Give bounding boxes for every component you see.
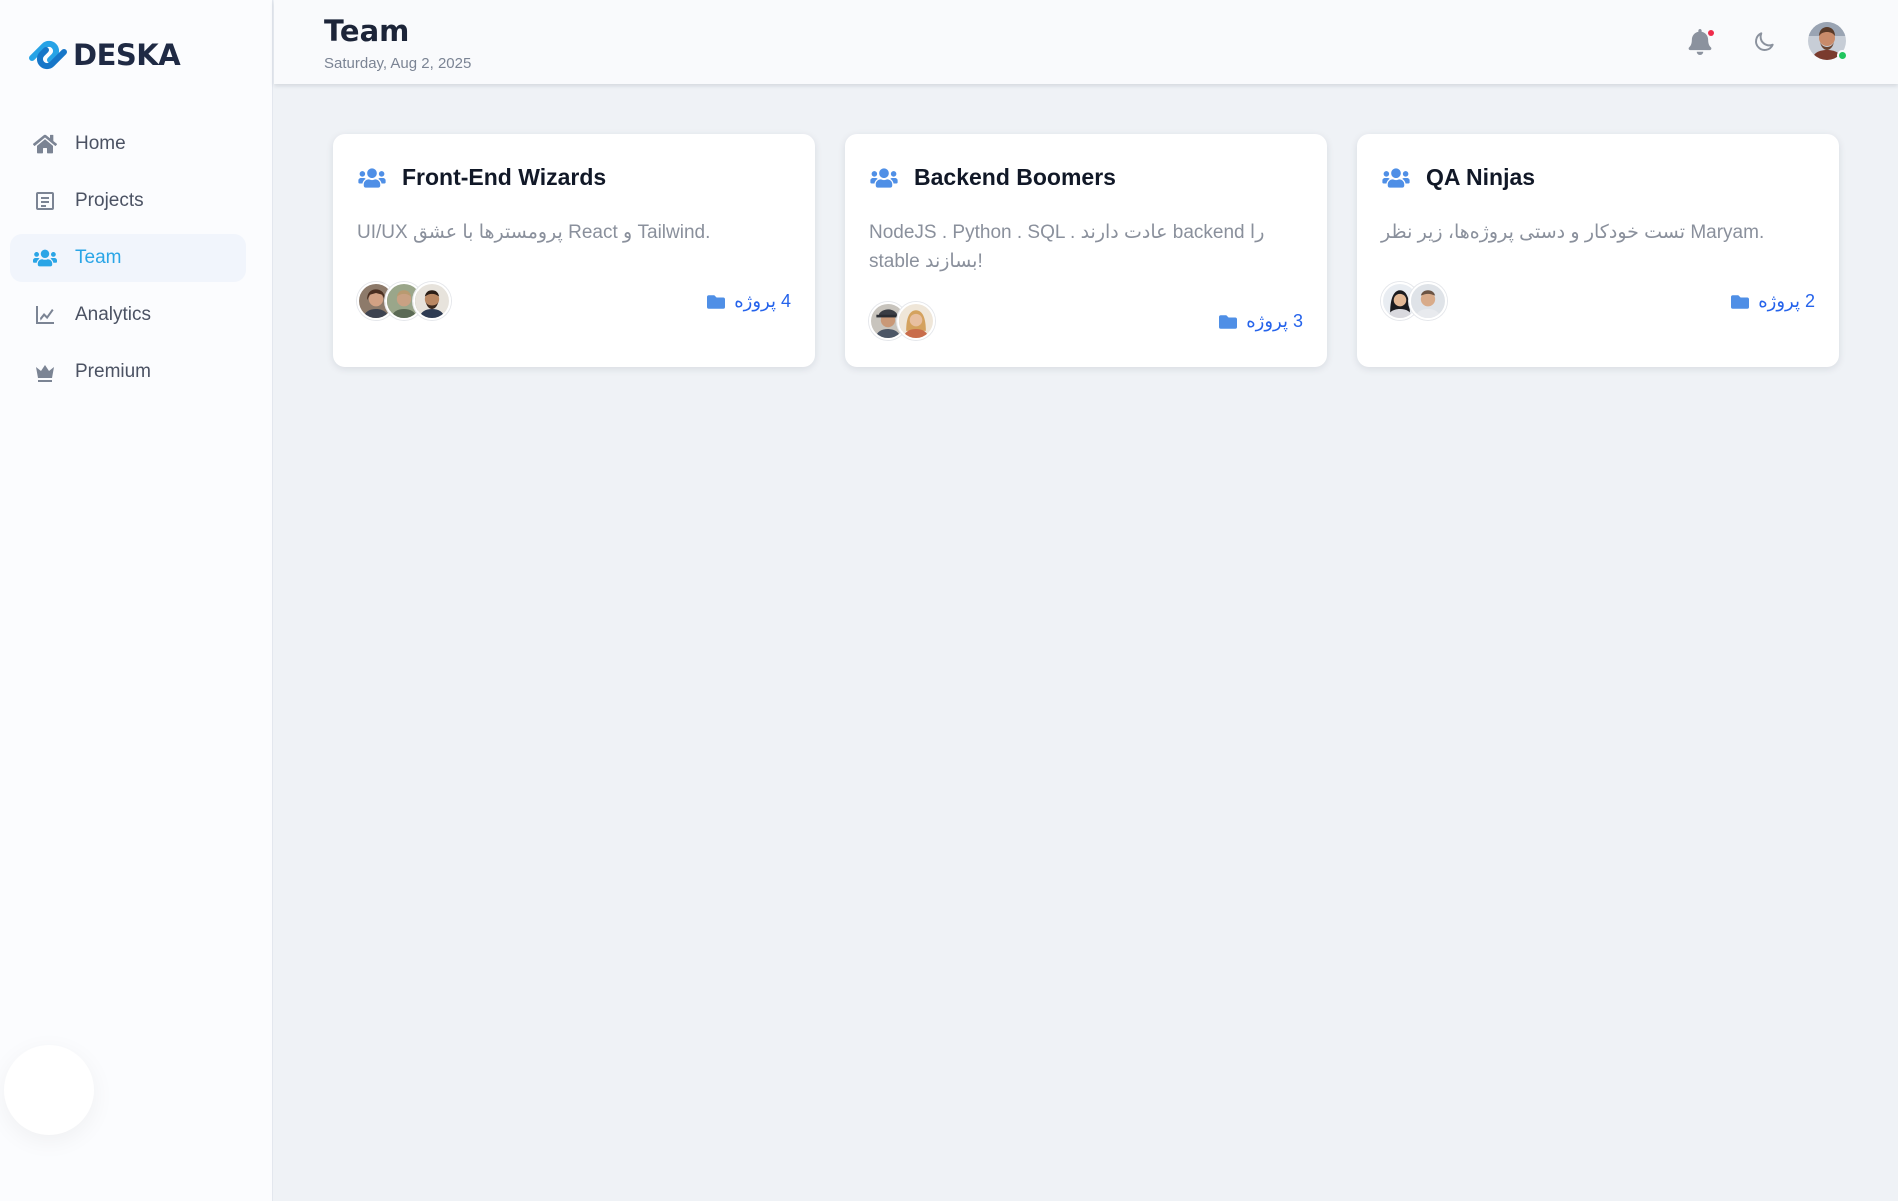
folder-icon bbox=[705, 293, 727, 311]
sidebar-nav: Home Projects Team Analytics Premium bbox=[10, 120, 246, 405]
team-card-header: Front-End Wizards bbox=[357, 164, 606, 191]
team-member-avatars bbox=[357, 282, 451, 320]
notification-dot bbox=[1708, 30, 1714, 36]
folder-icon bbox=[1217, 313, 1239, 331]
sidebar-item-projects[interactable]: Projects bbox=[10, 177, 246, 225]
projects-count-label: 3 پروژه bbox=[1246, 311, 1303, 331]
projects-count[interactable]: 2 پروژه bbox=[1729, 291, 1815, 312]
team-name: Front-End Wizards bbox=[402, 164, 607, 190]
users-icon bbox=[1381, 167, 1411, 189]
top-header: Team Saturday, Aug 2, 2025 bbox=[274, 0, 1898, 84]
team-description: UI/UX پرومسترها با عشق React و Tailwind. bbox=[357, 222, 711, 243]
brand-logo[interactable]: DESKA bbox=[24, 34, 181, 76]
users-icon bbox=[32, 245, 58, 271]
online-status-dot bbox=[1837, 50, 1848, 61]
users-icon bbox=[357, 167, 387, 189]
sidebar-item-label: Home bbox=[75, 133, 126, 154]
team-name: Backend Boomers bbox=[914, 164, 1116, 190]
team-member-avatars bbox=[1381, 282, 1447, 320]
page-date: Saturday, Aug 2, 2025 bbox=[324, 55, 472, 72]
team-card[interactable]: Backend Boomers NodeJS . Python . SQL . … bbox=[845, 134, 1327, 367]
brand-name: DESKA bbox=[73, 38, 181, 72]
user-avatar[interactable] bbox=[1808, 22, 1848, 61]
sidebar-item-label: Premium bbox=[75, 361, 152, 382]
projects-icon bbox=[32, 188, 58, 214]
team-description: NodeJS . Python . SQL . عادت دارند backe… bbox=[869, 222, 1265, 272]
app-root: DESKA Home Projects Team Analytics Premi… bbox=[0, 0, 1898, 1201]
sidebar-item-home[interactable]: Home bbox=[10, 120, 246, 168]
home-icon bbox=[32, 131, 58, 157]
moon-icon[interactable] bbox=[1748, 26, 1780, 58]
deska-logo-icon bbox=[29, 40, 67, 70]
team-card[interactable]: QA Ninjas تست خودکار و دستی پروژه‌ها، زی… bbox=[1357, 134, 1839, 367]
sidebar-item-label: Team bbox=[75, 247, 122, 268]
member-avatar[interactable] bbox=[897, 302, 935, 340]
folder-icon bbox=[1729, 293, 1751, 311]
team-card-header: Backend Boomers bbox=[869, 164, 1116, 191]
page-title: Team bbox=[324, 14, 410, 48]
sidebar-item-analytics[interactable]: Analytics bbox=[10, 291, 246, 339]
crown-icon bbox=[32, 359, 58, 385]
team-description: تست خودکار و دستی پروژه‌ها، زیر نظر Mary… bbox=[1381, 222, 1765, 243]
projects-count[interactable]: 4 پروژه bbox=[705, 291, 791, 312]
projects-count-label: 2 پروژه bbox=[1758, 291, 1815, 311]
sidebar: DESKA Home Projects Team Analytics Premi… bbox=[0, 0, 273, 1201]
team-card[interactable]: Front-End Wizards UI/UX پرومسترها با عشق… bbox=[333, 134, 815, 367]
team-card-header: QA Ninjas bbox=[1381, 164, 1535, 191]
team-member-avatars bbox=[869, 302, 935, 340]
projects-count[interactable]: 3 پروژه bbox=[1217, 311, 1303, 332]
sidebar-item-premium[interactable]: Premium bbox=[10, 348, 246, 396]
member-avatar[interactable] bbox=[413, 282, 451, 320]
team-name: QA Ninjas bbox=[1426, 164, 1536, 190]
chart-line-icon bbox=[32, 302, 58, 328]
users-icon bbox=[869, 167, 899, 189]
member-avatar[interactable] bbox=[1409, 282, 1447, 320]
floating-help-button[interactable] bbox=[4, 1045, 94, 1135]
projects-count-label: 4 پروژه bbox=[734, 291, 791, 311]
sidebar-item-team[interactable]: Team bbox=[10, 234, 246, 282]
sidebar-item-label: Analytics bbox=[75, 304, 152, 325]
sidebar-item-label: Projects bbox=[75, 190, 144, 211]
